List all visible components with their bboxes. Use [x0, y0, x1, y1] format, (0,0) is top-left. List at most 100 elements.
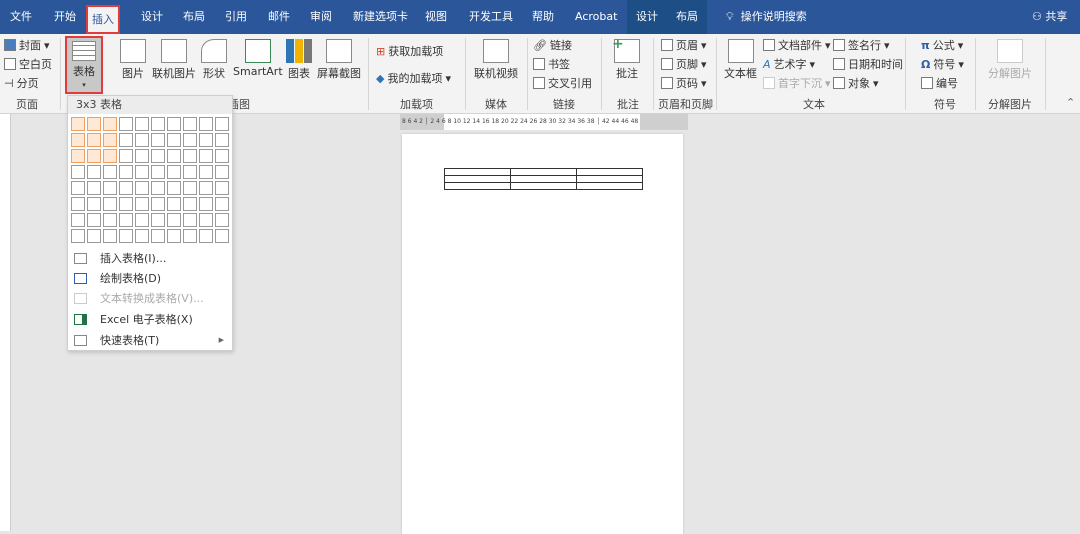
table-cell[interactable]: [444, 182, 511, 190]
grid-cell[interactable]: [103, 117, 117, 131]
grid-cell[interactable]: [119, 133, 133, 147]
grid-cell[interactable]: [119, 197, 133, 211]
grid-cell[interactable]: [119, 117, 133, 131]
tab-table-layout[interactable]: 布局: [667, 0, 707, 34]
screenshot-button[interactable]: 屏幕截图: [317, 39, 361, 81]
grid-cell[interactable]: [87, 213, 101, 227]
grid-cell[interactable]: [87, 229, 101, 243]
tab-layout[interactable]: 布局: [179, 0, 209, 34]
object-button[interactable]: 对象 ▾: [833, 75, 879, 91]
table-button[interactable]: 表格 ▾: [65, 36, 103, 94]
picture-button[interactable]: 图片: [120, 39, 146, 81]
grid-cell[interactable]: [135, 165, 149, 179]
grid-cell[interactable]: [103, 213, 117, 227]
grid-cell[interactable]: [119, 149, 133, 163]
smartart-button[interactable]: SmartArt: [233, 39, 283, 78]
table-cell[interactable]: [510, 182, 577, 190]
date-time-button[interactable]: 日期和时间: [833, 56, 903, 72]
tab-design[interactable]: 设计: [137, 0, 167, 34]
grid-cell[interactable]: [167, 229, 181, 243]
cover-page-button[interactable]: 封面 ▾: [4, 37, 50, 53]
table-size-grid[interactable]: [71, 117, 229, 243]
grid-cell[interactable]: [151, 117, 165, 131]
grid-cell[interactable]: [199, 213, 213, 227]
grid-cell[interactable]: [135, 133, 149, 147]
grid-cell[interactable]: [215, 133, 229, 147]
menu-item-excel-spreadsheet[interactable]: Excel 电子表格(X): [68, 309, 232, 329]
grid-cell[interactable]: [215, 117, 229, 131]
grid-cell[interactable]: [71, 213, 85, 227]
grid-cell[interactable]: [199, 133, 213, 147]
grid-cell[interactable]: [215, 213, 229, 227]
textbox-button[interactable]: 文本框: [724, 39, 757, 81]
grid-cell[interactable]: [215, 165, 229, 179]
equation-button[interactable]: π 公式 ▾: [921, 37, 963, 53]
grid-cell[interactable]: [71, 197, 85, 211]
grid-cell[interactable]: [71, 117, 85, 131]
decompose-picture-button[interactable]: 分解图片: [988, 39, 1032, 81]
grid-cell[interactable]: [183, 149, 197, 163]
link-button[interactable]: 🔗︎ 链接: [533, 37, 572, 53]
bookmark-button[interactable]: 书签: [533, 56, 570, 72]
grid-cell[interactable]: [167, 133, 181, 147]
chart-button[interactable]: 图表: [286, 39, 312, 81]
tab-table-design[interactable]: 设计: [627, 0, 667, 34]
tab-acrobat[interactable]: Acrobat: [571, 0, 621, 34]
grid-cell[interactable]: [87, 133, 101, 147]
number-button[interactable]: 编号: [921, 75, 958, 91]
grid-cell[interactable]: [119, 229, 133, 243]
grid-cell[interactable]: [215, 149, 229, 163]
grid-cell[interactable]: [151, 213, 165, 227]
tab-home[interactable]: 开始: [50, 0, 80, 34]
tab-mailings[interactable]: 邮件: [264, 0, 294, 34]
tab-new[interactable]: 新建选项卡: [349, 0, 412, 34]
footer-button[interactable]: 页脚 ▾: [661, 56, 707, 72]
grid-cell[interactable]: [87, 165, 101, 179]
grid-cell[interactable]: [167, 117, 181, 131]
menu-item-quick-tables[interactable]: 快速表格(T) ▶: [68, 330, 232, 350]
symbol-button[interactable]: Ω 符号 ▾: [921, 56, 964, 72]
grid-cell[interactable]: [183, 197, 197, 211]
my-addins-button[interactable]: ◆ 我的加载项 ▾: [376, 70, 451, 86]
vertical-ruler[interactable]: [0, 114, 11, 531]
grid-cell[interactable]: [87, 117, 101, 131]
menu-item-draw-table[interactable]: 绘制表格(D): [68, 268, 232, 288]
tab-view[interactable]: 视图: [421, 0, 451, 34]
grid-cell[interactable]: [135, 229, 149, 243]
grid-cell[interactable]: [199, 117, 213, 131]
grid-cell[interactable]: [119, 165, 133, 179]
grid-cell[interactable]: [199, 181, 213, 195]
collapse-ribbon-icon[interactable]: ⌃: [1066, 96, 1075, 109]
grid-cell[interactable]: [135, 181, 149, 195]
grid-cell[interactable]: [103, 133, 117, 147]
grid-cell[interactable]: [167, 165, 181, 179]
horizontal-ruler[interactable]: 8 6 4 2 │ 2 4 6 8 10 12 14 16 18 20 22 2…: [400, 114, 688, 130]
grid-cell[interactable]: [103, 149, 117, 163]
grid-cell[interactable]: [183, 213, 197, 227]
get-addins-button[interactable]: ⊞ 获取加载项: [376, 43, 443, 59]
grid-cell[interactable]: [103, 165, 117, 179]
grid-cell[interactable]: [215, 181, 229, 195]
grid-cell[interactable]: [119, 181, 133, 195]
table-cell[interactable]: [444, 168, 511, 176]
menu-item-insert-table[interactable]: 插入表格(I)...: [68, 248, 232, 268]
drop-cap-button[interactable]: 首字下沉 ▾: [763, 75, 831, 91]
signature-line-button[interactable]: 签名行 ▾: [833, 37, 890, 53]
header-button[interactable]: 页眉 ▾: [661, 37, 707, 53]
tab-file[interactable]: 文件: [6, 0, 36, 34]
document-page[interactable]: [402, 134, 683, 534]
grid-cell[interactable]: [183, 133, 197, 147]
grid-cell[interactable]: [199, 197, 213, 211]
grid-cell[interactable]: [135, 197, 149, 211]
tab-developer[interactable]: 开发工具: [465, 0, 517, 34]
grid-cell[interactable]: [167, 213, 181, 227]
page-break-button[interactable]: ⊣ 分页: [4, 75, 39, 91]
grid-cell[interactable]: [135, 149, 149, 163]
grid-cell[interactable]: [71, 165, 85, 179]
grid-cell[interactable]: [199, 165, 213, 179]
comment-button[interactable]: + 批注: [612, 36, 640, 81]
share-button[interactable]: ⚇ 共享: [1028, 0, 1071, 34]
grid-cell[interactable]: [87, 149, 101, 163]
cross-reference-button[interactable]: 交叉引用: [533, 75, 592, 91]
blank-page-button[interactable]: 空白页: [4, 56, 52, 72]
